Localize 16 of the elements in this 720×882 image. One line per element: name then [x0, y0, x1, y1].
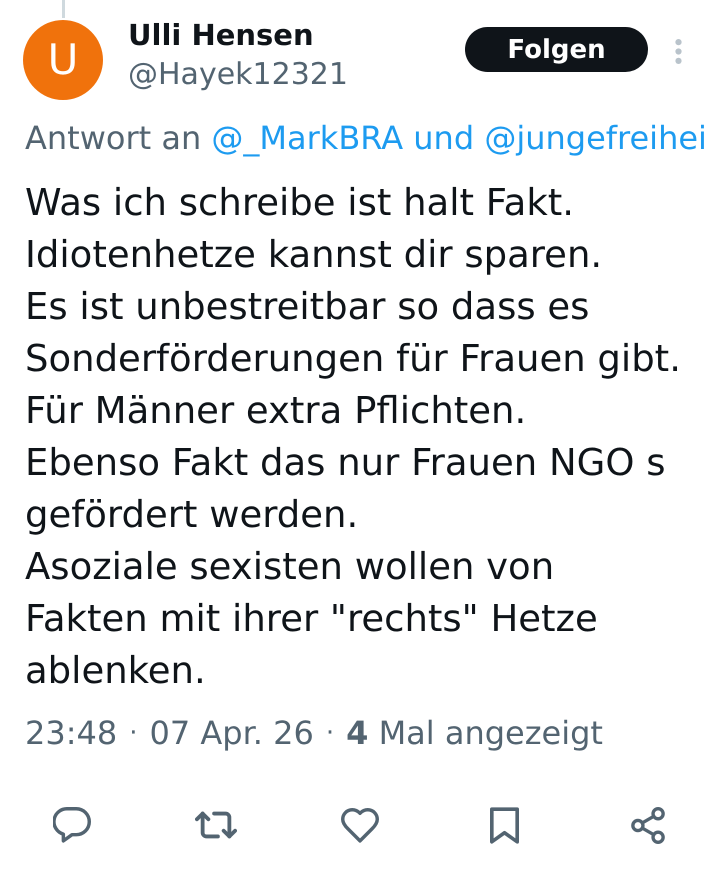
- heart-icon[interactable]: [341, 808, 379, 842]
- share-icon[interactable]: [631, 806, 665, 844]
- repeat-arrows-icon[interactable]: [195, 811, 237, 839]
- bookmark-icon[interactable]: [490, 806, 518, 844]
- thread-line: [62, 0, 65, 18]
- separator-dot: ·: [128, 717, 138, 750]
- tweet-text: Was ich schreibe ist halt Fakt. Idiotenhetze kannst dir sparen. Es ist unbestreitbar so dass es Sonderförderungen für Frauen gibt. Für Männer extra Pflichten. Ebenso Fakt das nur Frauen NGO s gefördert werden. Asoziale sexisten wollen von Fakten mit ihrer "rechts" Hetze ablenken.: [25, 180, 681, 694]
- post-date[interactable]: 07 Apr. 26: [149, 715, 314, 751]
- reply-context-text: Antwort an @_MarkBRA und @jungefreihei: [25, 120, 707, 156]
- post-time[interactable]: 23:48: [25, 715, 118, 751]
- speech-bubble-icon[interactable]: [53, 807, 91, 843]
- follow-button[interactable]: Folgen: [465, 27, 648, 72]
- separator-dot: ·: [324, 717, 336, 750]
- display-name[interactable]: Ulli Hensen: [128, 18, 314, 52]
- view-count[interactable]: 4 Mal angezeigt: [346, 715, 603, 751]
- user-handle: @Hayek12321: [128, 57, 348, 93]
